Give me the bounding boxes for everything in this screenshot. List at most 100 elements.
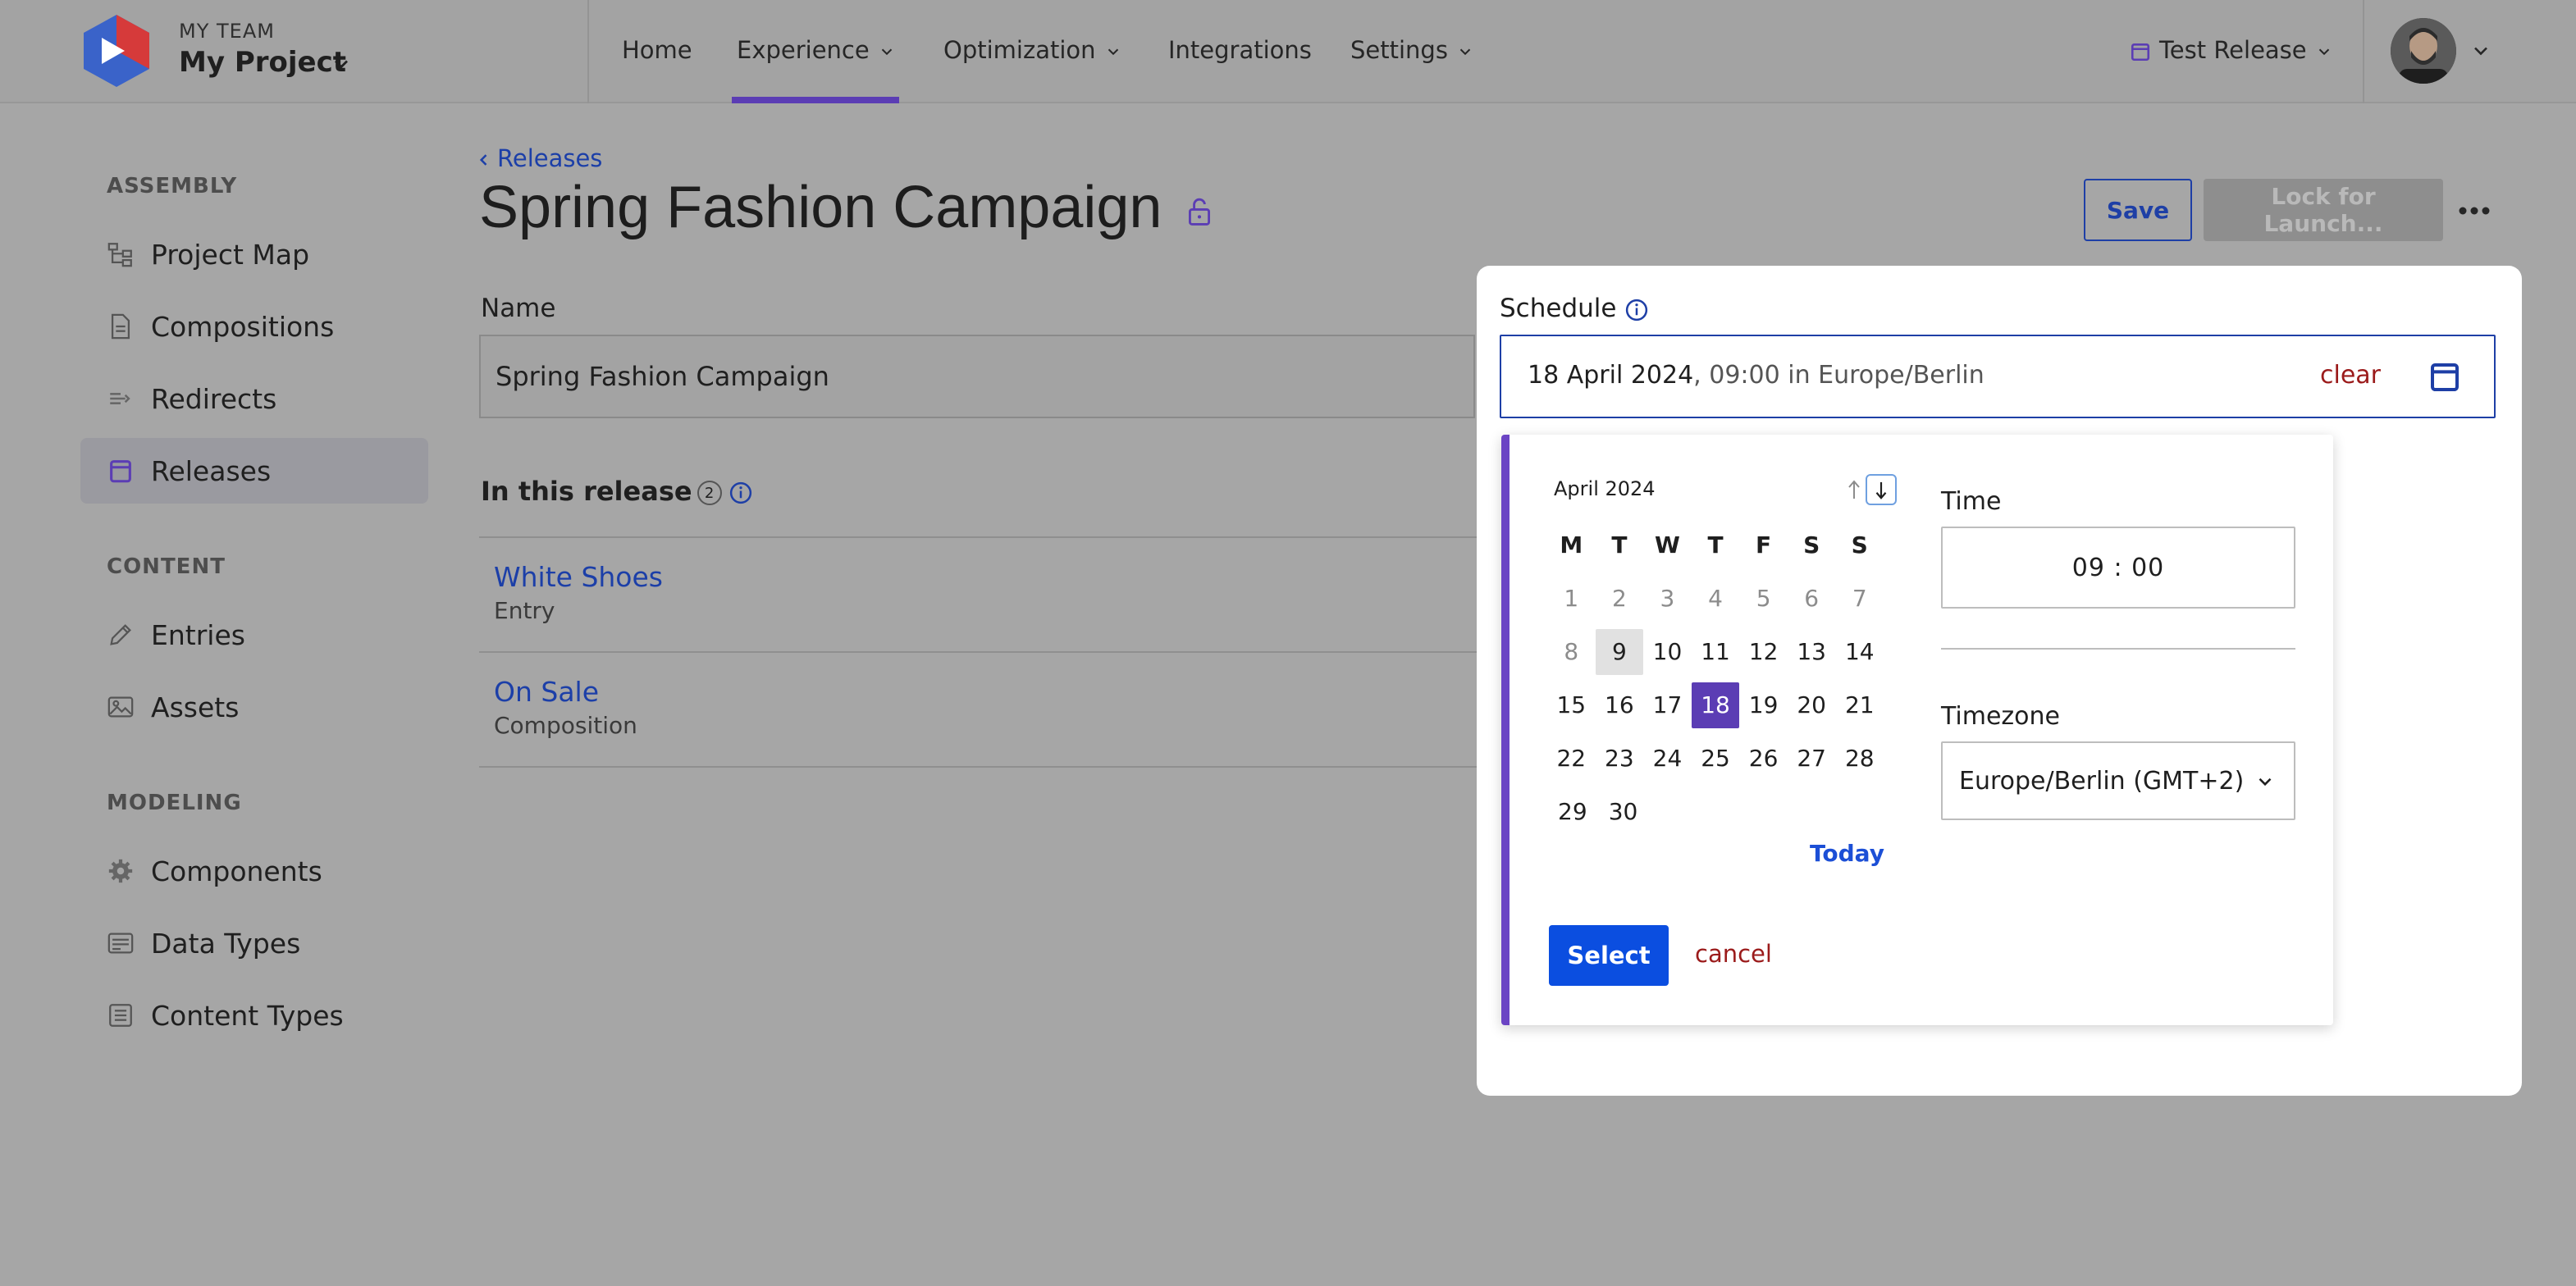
calendar-day[interactable]: 14 [1835, 629, 1884, 675]
calendar-day[interactable]: 1 [1547, 576, 1596, 622]
release-count-badge: 2 [697, 481, 722, 505]
schedule-datetime-value: 18 April 2024, 09:00 in Europe/Berlin [1528, 361, 1985, 390]
name-input[interactable] [479, 335, 1475, 418]
avatar[interactable] [2391, 18, 2456, 84]
calendar-day[interactable]: 21 [1835, 682, 1884, 728]
calendar-day[interactable]: 11 [1692, 629, 1740, 675]
calendar-day[interactable]: 9 [1595, 628, 1644, 675]
calendar-day[interactable]: 12 [1739, 629, 1788, 675]
release-item-title[interactable]: On Sale [494, 676, 599, 708]
calendar-icon[interactable] [2428, 361, 2461, 394]
calendar-day[interactable]: 20 [1788, 682, 1836, 728]
sidebar-item-content-types[interactable]: Content Types [80, 983, 428, 1048]
calendar-day[interactable]: 19 [1739, 682, 1788, 728]
calendar-icon [110, 460, 131, 483]
in-release-heading: In this release 2 [481, 476, 753, 507]
calendar-week-row: 8 9 10 11 12 13 14 [1547, 625, 1884, 678]
calendar-day[interactable]: 17 [1643, 682, 1692, 728]
chevron-down-icon[interactable] [330, 52, 353, 75]
select-button[interactable]: Select [1549, 925, 1669, 986]
name-label: Name [481, 294, 556, 323]
calendar-month-label: April 2024 [1554, 477, 1656, 500]
calendar-icon [2131, 43, 2150, 62]
cancel-link[interactable]: cancel [1695, 940, 1772, 968]
sidebar-section-content: CONTENT [107, 554, 226, 579]
sidebar-item-releases[interactable]: Releases [80, 438, 428, 504]
calendar-day[interactable]: 22 [1547, 736, 1596, 782]
timezone-label: Timezone [1941, 702, 2060, 731]
sidebar-section-assembly: ASSEMBLY [107, 174, 238, 198]
calendar-day[interactable]: 8 [1547, 629, 1596, 675]
nav-integrations[interactable]: Integrations [1168, 36, 1312, 64]
chevron-down-icon [2259, 778, 2272, 787]
document-icon [111, 313, 130, 340]
info-icon[interactable] [1624, 298, 1649, 322]
calendar-day[interactable]: 23 [1596, 736, 1644, 782]
calendar-weekday: S [1803, 531, 1820, 559]
chevron-down-icon [2318, 48, 2329, 56]
time-input[interactable]: 09 : 00 [1941, 527, 2295, 609]
uniform-logo-icon[interactable] [82, 13, 151, 89]
chevron-down-icon[interactable] [2469, 39, 2492, 62]
calendar-day-selected[interactable]: 18 [1691, 682, 1740, 728]
calendar-day[interactable]: 30 [1598, 789, 1649, 835]
calendar-week-row: 29 30 [1547, 785, 1884, 838]
sidebar-item-data-types[interactable]: Data Types [80, 910, 428, 976]
calendar-day[interactable]: 13 [1788, 629, 1836, 675]
calendar-day[interactable]: 4 [1692, 576, 1740, 622]
calendar-day[interactable]: 16 [1596, 682, 1644, 728]
calendar-day[interactable]: 2 [1596, 576, 1644, 622]
nav-optimization[interactable]: Optimization [943, 36, 1122, 64]
calendar-weekday: M [1560, 531, 1583, 559]
release-item-type: Composition [494, 712, 637, 739]
next-month-button[interactable] [1866, 474, 1897, 505]
timezone-select[interactable]: Europe/Berlin (GMT+2) [1941, 741, 2295, 820]
list-icon [109, 1004, 132, 1027]
calendar-day[interactable]: 24 [1643, 736, 1692, 782]
sidebar-section-modeling: MODELING [107, 791, 242, 815]
chevron-down-icon [881, 48, 892, 56]
breadcrumb[interactable]: Releases [476, 144, 602, 172]
nav-settings[interactable]: Settings [1350, 36, 1474, 64]
calendar-day[interactable]: 15 [1547, 682, 1596, 728]
calendar-day[interactable]: 10 [1643, 629, 1692, 675]
clear-schedule-link[interactable]: clear [2320, 361, 2381, 390]
chevron-down-icon [1459, 48, 1471, 56]
save-button[interactable]: Save [2084, 179, 2192, 241]
nav-home[interactable]: Home [622, 36, 692, 64]
image-icon [107, 696, 134, 718]
today-link[interactable]: Today [1810, 840, 1884, 867]
calendar-day[interactable]: 29 [1547, 789, 1598, 835]
sidebar-item-compositions[interactable]: Compositions [80, 294, 428, 359]
calendar-day[interactable]: 28 [1835, 736, 1884, 782]
calendar-weekday: T [1611, 531, 1628, 559]
project-map-icon [107, 243, 132, 267]
sidebar-item-components[interactable]: Components [80, 838, 428, 904]
sidebar-item-entries[interactable]: Entries [80, 602, 428, 668]
calendar-day[interactable]: 26 [1739, 736, 1788, 782]
calendar-grid: M T W T F S S 1 2 3 4 5 6 7 8 9 10 11 12 13 14 15 16 17 18 19 20 21… [1547, 518, 1884, 838]
redirect-icon [110, 393, 130, 404]
time-divider [1941, 648, 2295, 650]
calendar-day[interactable]: 5 [1739, 576, 1788, 622]
more-options-icon[interactable] [2458, 205, 2491, 217]
calendar-weekday: S [1851, 531, 1868, 559]
calendar-day[interactable]: 3 [1643, 576, 1692, 622]
calendar-day[interactable]: 7 [1835, 576, 1884, 622]
lock-for-launch-button[interactable]: Lock for Launch... [2204, 179, 2443, 241]
previous-month-icon[interactable] [1844, 477, 1864, 502]
sidebar-item-project-map[interactable]: Project Map [80, 221, 428, 287]
nav-experience[interactable]: Experience [737, 36, 896, 64]
info-icon[interactable] [728, 481, 753, 505]
calendar-day[interactable]: 27 [1788, 736, 1836, 782]
calendar-day[interactable]: 6 [1788, 576, 1836, 622]
calendar-day[interactable]: 25 [1692, 736, 1740, 782]
unlock-icon[interactable] [1186, 197, 1213, 226]
release-item-title[interactable]: White Shoes [494, 561, 663, 593]
sidebar-item-assets[interactable]: Assets [80, 674, 428, 740]
project-switcher[interactable]: My Project [179, 46, 346, 79]
release-picker[interactable]: Test Release [2130, 36, 2333, 64]
header-divider [2363, 0, 2364, 103]
chevron-down-icon [1108, 48, 1118, 56]
sidebar-item-redirects[interactable]: Redirects [80, 366, 428, 431]
